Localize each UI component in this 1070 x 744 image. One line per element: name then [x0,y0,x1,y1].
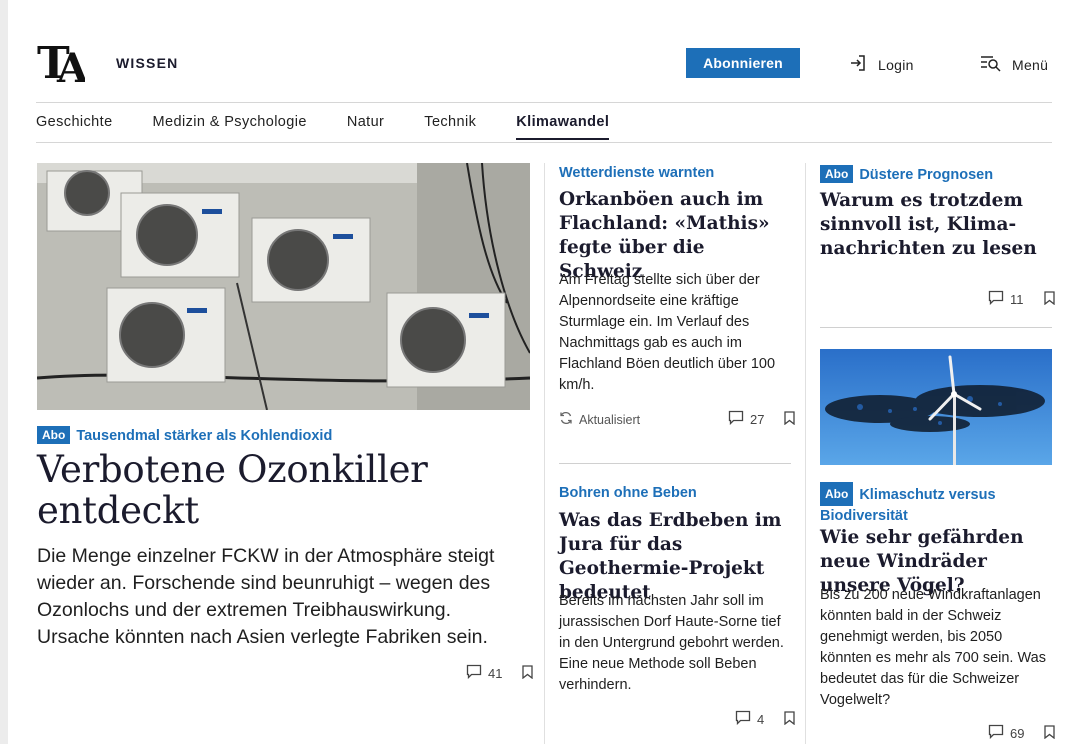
main-article-headline[interactable]: Verbotene Ozonkiller entdeckt [37,449,517,531]
article-meta: 69 [988,724,1056,742]
article-headline[interactable]: Warum es trotzdem sinnvoll ist, Klima­na… [820,189,1052,261]
logo[interactable]: T A [37,38,89,92]
comment-count[interactable]: 27 [750,412,764,427]
bookmark-icon[interactable] [522,664,534,682]
main-article-image[interactable] [37,163,530,410]
article-lead[interactable]: Bis zu 200 neue Windkraftanlagen könnten… [820,585,1052,711]
menu-label: Menü [1012,56,1049,73]
refresh-icon [559,411,573,428]
nav-item-technik[interactable]: Technik [424,114,476,140]
login-button[interactable]: Login [849,54,914,75]
comment-count[interactable]: 69 [1010,726,1024,741]
article-meta: 27 [728,410,796,428]
menu-search-icon [980,54,1002,75]
bookmark-icon[interactable] [1044,724,1056,742]
comment-icon[interactable] [735,710,751,728]
bookmark-icon[interactable] [784,710,795,728]
comment-icon[interactable] [988,290,1004,308]
column-divider [544,163,545,744]
login-icon [849,54,867,75]
column-divider [805,163,806,744]
abo-badge: Abo [820,165,854,183]
article-kicker[interactable]: Abo Düstere Prognosen [820,165,993,184]
comment-icon[interactable] [466,664,482,682]
login-label: Login [878,56,914,73]
kicker-text: Düstere Prognosen [859,167,994,183]
svg-text:A: A [56,45,85,84]
comment-count[interactable]: 11 [1010,292,1024,307]
header-divider [36,102,1052,103]
menu-button[interactable]: Menü [980,54,1048,75]
update-status: Aktualisiert [559,411,640,428]
article-image-windturbine[interactable] [820,349,1052,465]
nav-item-geschichte[interactable]: Geschichte [36,114,113,140]
article-lead[interactable]: Am Freitag stellte sich über der Alpenno… [559,270,791,396]
bookmark-icon[interactable] [1043,290,1055,308]
topic-nav: Geschichte Medizin & Psychologie Natur T… [36,114,649,140]
subscribe-button[interactable]: Abonnieren [686,48,800,78]
article-meta: 11 [988,290,1055,308]
nav-item-medizin[interactable]: Medizin & Psychologie [153,114,307,140]
nav-item-natur[interactable]: Natur [347,114,384,140]
article-kicker[interactable]: Wetterdienste warnten [559,165,714,181]
bookmark-icon[interactable] [784,410,796,428]
main-article-meta: 41 [466,664,534,682]
update-label: Aktualisiert [579,412,641,427]
comment-icon[interactable] [988,724,1004,742]
main-article-lead[interactable]: Die Menge einzelner FCKW in der Atmosphä… [37,543,517,651]
article-kicker[interactable]: Abo Klimaschutz versus Biodiversität [820,482,1052,526]
abo-badge: Abo [37,426,71,444]
abo-badge: Abo [820,482,854,506]
nav-item-klimawandel[interactable]: Klimawandel [516,114,610,140]
kicker-text: Tausendmal stärker als Kohlendioxid [76,428,333,444]
comment-count[interactable]: 41 [488,666,502,681]
article-divider [820,327,1052,328]
section-title[interactable]: WISSEN [116,55,178,71]
main-article-kicker[interactable]: Abo Tausendmal stärker als Kohlendioxid [37,426,332,445]
comment-count[interactable]: 4 [757,712,764,727]
comment-icon[interactable] [728,410,744,428]
left-edge [0,0,8,744]
article-lead[interactable]: Bereits im nächsten Jahr soll im jurassi… [559,591,794,696]
article-divider [559,463,791,464]
nav-divider [36,142,1052,143]
article-meta: 4 [735,710,795,728]
article-kicker[interactable]: Bohren ohne Beben [559,485,697,501]
